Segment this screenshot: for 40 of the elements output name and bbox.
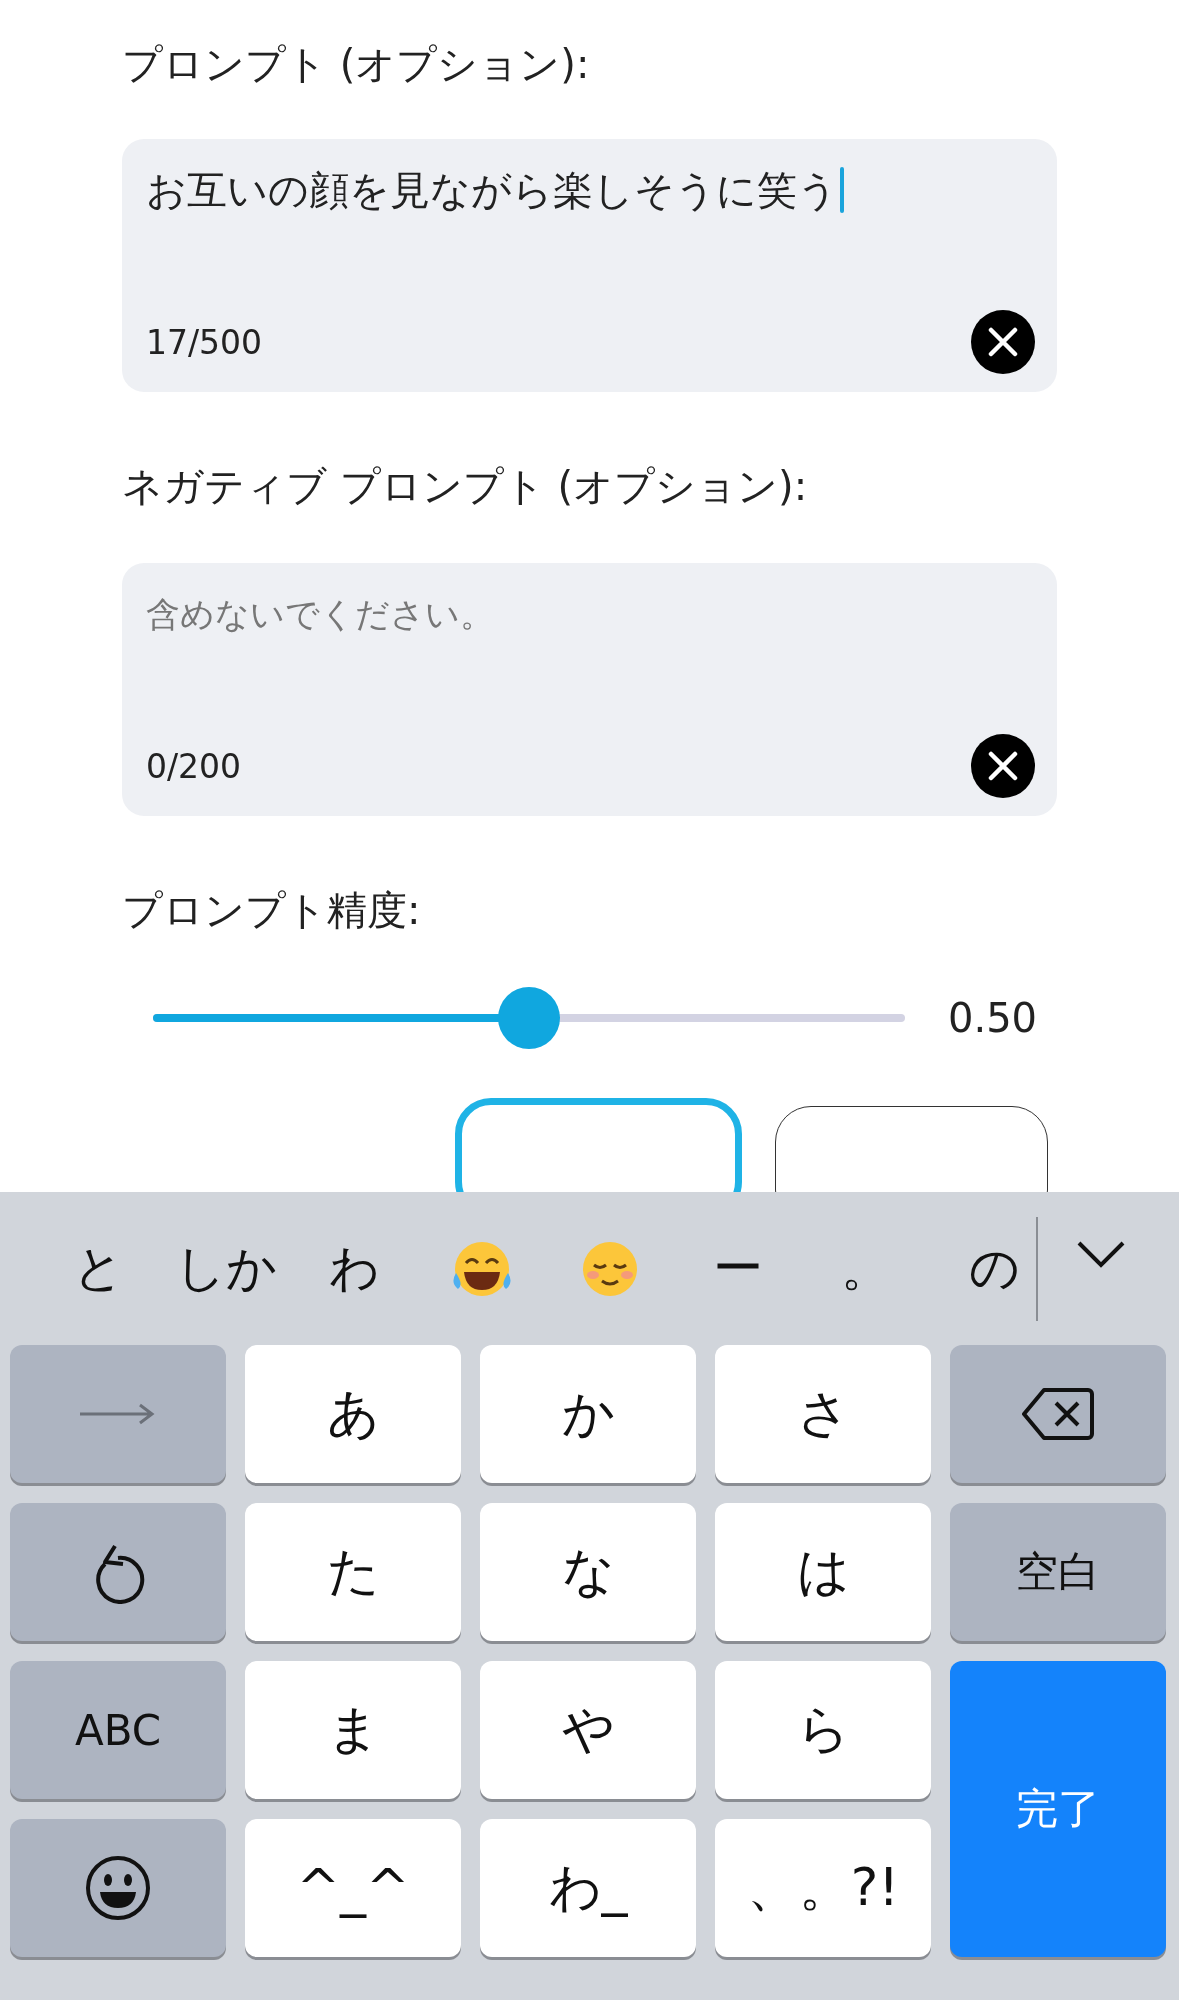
undo-key[interactable] [10,1503,226,1641]
keyboard-key[interactable]: か [480,1345,696,1483]
keyboard-key[interactable]: ^_^ [245,1819,461,1957]
laughing-emoji-icon [453,1241,511,1296]
slider-value: 0.50 [948,995,1038,1041]
keyboard-key[interactable]: ら [715,1661,931,1799]
suggestion[interactable]: の [930,1235,1058,1302]
slider-label: プロンプト精度: [122,886,421,934]
keyboard-key[interactable]: 、。?! [715,1819,931,1957]
keyboard-key[interactable]: わ_ [480,1819,696,1957]
suggestion[interactable]: しか [162,1235,290,1302]
character-counter: 17/500 [146,322,263,362]
done-key[interactable]: 完了 [950,1661,1166,1957]
input-text: お互いの顔を見ながら楽しそうに笑う [146,166,838,215]
keyboard-key[interactable]: な [480,1503,696,1641]
keyboard-key[interactable]: あ [245,1345,461,1483]
smiley-face-icon [84,1854,152,1922]
backspace-key[interactable] [950,1345,1166,1483]
keyboard-key[interactable]: は [715,1503,931,1641]
keyboard-key[interactable]: 空白 [950,1503,1166,1641]
close-icon [988,327,1018,357]
character-counter: 0/200 [146,746,242,786]
keyboard-key[interactable]: さ [715,1345,931,1483]
keyboard-key[interactable]: や [480,1661,696,1799]
smiling-emoji-icon [583,1241,637,1296]
text-area[interactable]: 含めないでください。 0/200 [122,563,1057,816]
suggestion[interactable]: ー [674,1235,802,1302]
backspace-icon [1022,1386,1094,1442]
suggestion[interactable]: わ [290,1235,418,1302]
emoji-key[interactable] [10,1819,226,1957]
keyboard-key[interactable]: た [245,1503,461,1641]
keyboard-key[interactable]: ABC [10,1661,226,1799]
suggestion[interactable]: と [34,1235,162,1302]
placeholder-text: 含めないでください。 [146,593,494,636]
keyboard-key[interactable]: ま [245,1661,461,1799]
field-label: プロンプト (オプション): [122,40,590,88]
suggestion[interactable]: 。 [802,1235,930,1302]
close-icon [988,751,1018,781]
field-label: ネガティブ プロンプト (オプション): [122,462,808,510]
text-area[interactable]: お互いの顔を見ながら楽しそうに笑う 17/500 [122,139,1057,392]
